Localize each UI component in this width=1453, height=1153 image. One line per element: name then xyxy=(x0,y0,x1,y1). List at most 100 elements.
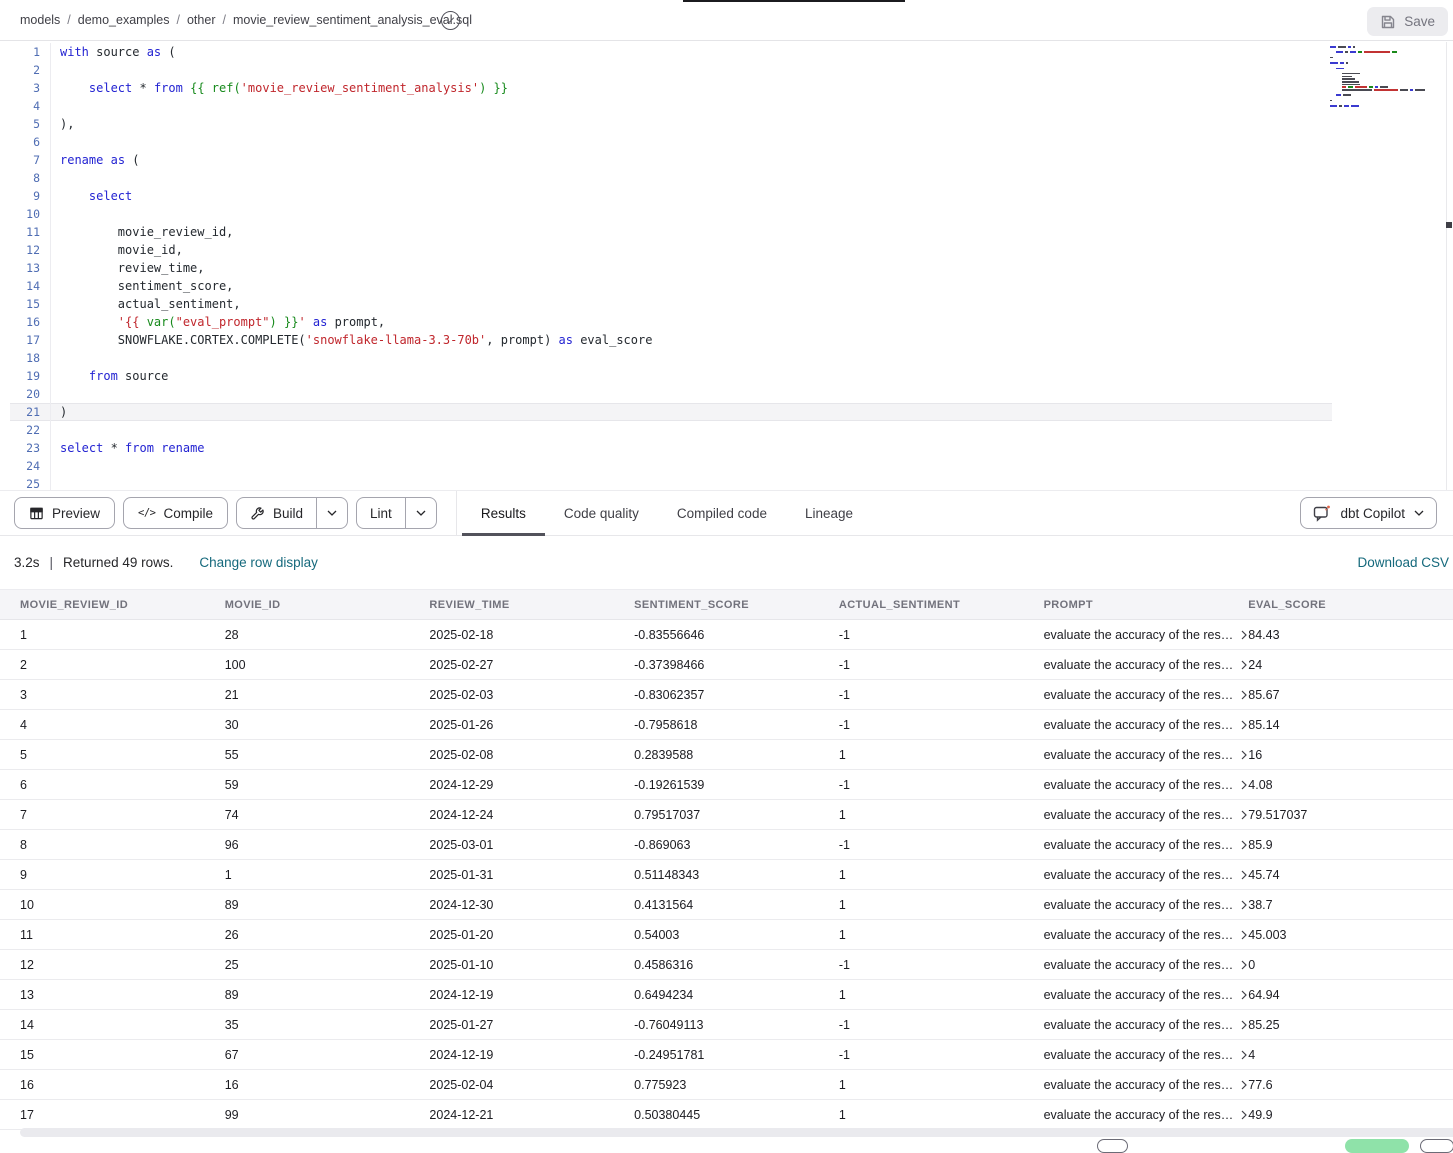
table-row[interactable]: 3212025-02-03-0.83062357-1evaluate the a… xyxy=(0,680,1453,710)
editor-minimap[interactable] xyxy=(1330,46,1438,108)
prompt-cell[interactable]: evaluate the accuracy of the res… xyxy=(1044,1108,1249,1122)
prompt-cell[interactable]: evaluate the accuracy of the res… xyxy=(1044,808,1249,822)
code-line[interactable]: 24 xyxy=(10,457,1446,475)
lint-dropdown-button[interactable] xyxy=(405,498,436,528)
prompt-cell[interactable]: evaluate the accuracy of the res… xyxy=(1044,838,1249,852)
tab-code-quality[interactable]: Code quality xyxy=(562,491,641,535)
prompt-cell[interactable]: evaluate the accuracy of the res… xyxy=(1044,958,1249,972)
table-row[interactable]: 16162025-02-040.7759231evaluate the accu… xyxy=(0,1070,1453,1100)
chevron-right-icon[interactable] xyxy=(1240,1080,1248,1090)
code-line[interactable]: 20 xyxy=(10,385,1446,403)
code-line[interactable]: 25 xyxy=(10,475,1446,490)
prompt-cell[interactable]: evaluate the accuracy of the res… xyxy=(1044,688,1249,702)
code-line[interactable]: 12 movie_id, xyxy=(10,241,1446,259)
sql-editor[interactable]: 1with source as (23 select * from {{ ref… xyxy=(0,42,1453,490)
chevron-right-icon[interactable] xyxy=(1240,720,1248,730)
code-line[interactable]: 18 xyxy=(10,349,1446,367)
table-row[interactable]: 12252025-01-100.4586316-1evaluate the ac… xyxy=(0,950,1453,980)
table-row[interactable]: 15672024-12-19-0.24951781-1evaluate the … xyxy=(0,1040,1453,1070)
code-line[interactable]: 6 xyxy=(10,133,1446,151)
table-row[interactable]: 11262025-01-200.540031evaluate the accur… xyxy=(0,920,1453,950)
code-line[interactable]: 19 from source xyxy=(10,367,1446,385)
prompt-cell[interactable]: evaluate the accuracy of the res… xyxy=(1044,868,1249,882)
table-row[interactable]: 5552025-02-080.28395881evaluate the accu… xyxy=(0,740,1453,770)
code-line[interactable]: 13 review_time, xyxy=(10,259,1446,277)
code-line[interactable]: 21) xyxy=(10,403,1332,421)
prompt-cell[interactable]: evaluate the accuracy of the res… xyxy=(1044,928,1249,942)
code-line[interactable]: 1with source as ( xyxy=(10,43,1446,61)
prompt-cell[interactable]: evaluate the accuracy of the res… xyxy=(1044,748,1249,762)
code-line[interactable]: 16 '{{ var("eval_prompt") }}' as prompt, xyxy=(10,313,1446,331)
lint-button[interactable]: Lint xyxy=(357,498,405,528)
chevron-right-icon[interactable] xyxy=(1240,750,1248,760)
chevron-right-icon[interactable] xyxy=(1240,630,1248,640)
code-line[interactable]: 8 xyxy=(10,169,1446,187)
chevron-right-icon[interactable] xyxy=(1240,840,1248,850)
chevron-right-icon[interactable] xyxy=(1240,660,1248,670)
prompt-cell[interactable]: evaluate the accuracy of the res… xyxy=(1044,988,1249,1002)
bottom-partial-button[interactable] xyxy=(1420,1139,1453,1153)
chevron-right-icon[interactable] xyxy=(1240,990,1248,1000)
code-line[interactable]: 17 SNOWFLAKE.CORTEX.COMPLETE('snowflake-… xyxy=(10,331,1446,349)
chevron-right-icon[interactable] xyxy=(1240,870,1248,880)
code-line[interactable]: 9 select xyxy=(10,187,1446,205)
compile-button[interactable]: </> Compile xyxy=(123,497,228,529)
chevron-right-icon[interactable] xyxy=(1240,690,1248,700)
column-header[interactable]: ACTUAL_SENTIMENT xyxy=(839,599,1044,611)
chevron-right-icon[interactable] xyxy=(1240,780,1248,790)
prompt-cell[interactable]: evaluate the accuracy of the res… xyxy=(1044,658,1249,672)
prompt-cell[interactable]: evaluate the accuracy of the res… xyxy=(1044,1048,1249,1062)
table-row[interactable]: 10892024-12-300.41315641evaluate the acc… xyxy=(0,890,1453,920)
column-header[interactable]: MOVIE_ID xyxy=(225,599,430,611)
horizontal-scrollbar[interactable] xyxy=(20,1128,1453,1137)
build-dropdown-button[interactable] xyxy=(316,498,347,528)
breadcrumb-item[interactable]: demo_examples xyxy=(78,13,170,27)
column-header[interactable]: REVIEW_TIME xyxy=(429,599,634,611)
table-row[interactable]: 21002025-02-27-0.37398466-1evaluate the … xyxy=(0,650,1453,680)
chevron-right-icon[interactable] xyxy=(1240,900,1248,910)
code-line[interactable]: 7rename as ( xyxy=(10,151,1446,169)
code-line[interactable]: 3 select * from {{ ref('movie_review_sen… xyxy=(10,79,1446,97)
code-line[interactable]: 22 xyxy=(10,421,1446,439)
code-line[interactable]: 4 xyxy=(10,97,1446,115)
table-row[interactable]: 14352025-01-27-0.76049113-1evaluate the … xyxy=(0,1010,1453,1040)
code-line[interactable]: 5), xyxy=(10,115,1446,133)
breadcrumb-item[interactable]: movie_review_sentiment_analysis_eval.sql xyxy=(233,13,472,27)
save-button[interactable]: Save xyxy=(1367,7,1448,36)
prompt-cell[interactable]: evaluate the accuracy of the res… xyxy=(1044,1078,1249,1092)
column-header[interactable]: MOVIE_REVIEW_ID xyxy=(20,599,225,611)
change-row-display-link[interactable]: Change row display xyxy=(199,555,318,570)
prompt-cell[interactable]: evaluate the accuracy of the res… xyxy=(1044,718,1249,732)
breadcrumb-item[interactable]: models xyxy=(20,13,60,27)
chevron-right-icon[interactable] xyxy=(1240,1050,1248,1060)
code-line[interactable]: 10 xyxy=(10,205,1446,223)
table-row[interactable]: 17992024-12-210.503804451evaluate the ac… xyxy=(0,1100,1453,1130)
prompt-cell[interactable]: evaluate the accuracy of the res… xyxy=(1044,1018,1249,1032)
table-row[interactable]: 8962025-03-01-0.869063-1evaluate the acc… xyxy=(0,830,1453,860)
code-line[interactable]: 15 actual_sentiment, xyxy=(10,295,1446,313)
prompt-cell[interactable]: evaluate the accuracy of the res… xyxy=(1044,628,1249,642)
chevron-right-icon[interactable] xyxy=(1240,1020,1248,1030)
file-state-icon[interactable] xyxy=(441,11,460,30)
chevron-right-icon[interactable] xyxy=(1240,1110,1248,1120)
prompt-cell[interactable]: evaluate the accuracy of the res… xyxy=(1044,898,1249,912)
tab-results[interactable]: Results xyxy=(479,491,528,535)
table-row[interactable]: 7742024-12-240.795170371evaluate the acc… xyxy=(0,800,1453,830)
code-line[interactable]: 23select * from rename xyxy=(10,439,1446,457)
table-row[interactable]: 1282025-02-18-0.83556646-1evaluate the a… xyxy=(0,620,1453,650)
tab-compiled-code[interactable]: Compiled code xyxy=(675,491,769,535)
editor-scrollbar-thumb[interactable] xyxy=(1446,222,1452,228)
column-header[interactable]: SENTIMENT_SCORE xyxy=(634,599,839,611)
preview-button[interactable]: Preview xyxy=(14,497,115,529)
dbt-copilot-button[interactable]: dbt Copilot xyxy=(1300,497,1437,529)
table-row[interactable]: 13892024-12-190.64942341evaluate the acc… xyxy=(0,980,1453,1010)
table-row[interactable]: 4302025-01-26-0.7958618-1evaluate the ac… xyxy=(0,710,1453,740)
chevron-right-icon[interactable] xyxy=(1240,810,1248,820)
column-header[interactable]: PROMPT xyxy=(1044,599,1249,611)
bottom-partial-button[interactable] xyxy=(1097,1139,1128,1153)
breadcrumb-item[interactable]: other xyxy=(187,13,216,27)
bottom-status-pill[interactable] xyxy=(1345,1139,1409,1153)
prompt-cell[interactable]: evaluate the accuracy of the res… xyxy=(1044,778,1249,792)
table-row[interactable]: 6592024-12-29-0.19261539-1evaluate the a… xyxy=(0,770,1453,800)
code-line[interactable]: 2 xyxy=(10,61,1446,79)
